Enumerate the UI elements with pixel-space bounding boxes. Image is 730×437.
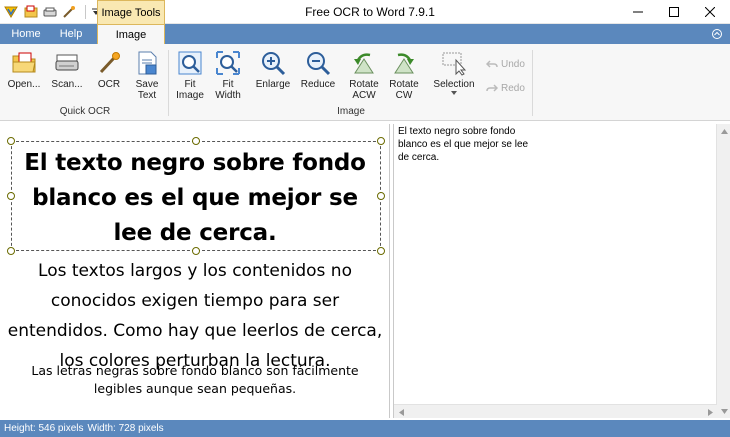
- redo-label: Redo: [501, 82, 525, 94]
- open-button[interactable]: Open...: [5, 49, 43, 105]
- image-group-label: Image: [337, 106, 365, 117]
- fit-image-label: Fit Image: [176, 79, 204, 101]
- quick-ocr-group-label: Quick OCR: [59, 106, 111, 117]
- status-height: Height: 546 pixels: [4, 423, 84, 434]
- undo-button[interactable]: Undo: [486, 57, 525, 71]
- selection-handle[interactable]: [377, 137, 385, 145]
- selection-handle[interactable]: [7, 192, 15, 200]
- redo-button[interactable]: Redo: [486, 81, 525, 95]
- selection-icon: [440, 49, 468, 77]
- scan-label: Scan...: [51, 79, 83, 90]
- save-text-button[interactable]: Save Text: [130, 49, 164, 105]
- group-separator: [532, 50, 533, 116]
- fit-width-button[interactable]: Fit Width: [210, 49, 246, 105]
- tab-image[interactable]: Image: [97, 24, 165, 44]
- selection-dropdown-icon: [451, 91, 457, 95]
- quick-access-ocr-icon[interactable]: [61, 4, 77, 20]
- quick-access-open-icon[interactable]: [23, 4, 39, 20]
- save-text-icon: [133, 49, 161, 77]
- maximize-button[interactable]: [656, 0, 692, 24]
- close-button[interactable]: [692, 0, 728, 24]
- title-bar: Image Tools Free OCR to Word 7.9.1: [0, 0, 730, 24]
- undo-label: Undo: [501, 58, 525, 70]
- quick-access-app-icon[interactable]: [3, 4, 19, 20]
- image-body-text: Los textos largos y los contenidos no co…: [7, 261, 383, 371]
- selection-button[interactable]: Selection: [430, 49, 478, 105]
- selection-handle[interactable]: [7, 247, 15, 255]
- fit-width-label: Fit Width: [215, 79, 241, 101]
- ocr-result-text[interactable]: El texto negro sobre fondo blanco es el …: [398, 125, 578, 164]
- ocr-button[interactable]: OCR: [92, 49, 126, 105]
- collapse-ribbon-icon[interactable]: [712, 29, 722, 39]
- selection-handle[interactable]: [192, 247, 200, 255]
- minimize-button[interactable]: [620, 0, 656, 24]
- scroll-down-icon[interactable]: [717, 404, 730, 418]
- save-text-label: Save Text: [135, 79, 159, 101]
- image-view-pane[interactable]: El texto negro sobre fondo blanco es el …: [0, 124, 390, 418]
- selection-handle[interactable]: [377, 192, 385, 200]
- enlarge-icon: [259, 49, 287, 77]
- quick-access-separator: [85, 5, 86, 19]
- scan-button[interactable]: Scan...: [46, 49, 88, 105]
- minimize-icon: [633, 11, 643, 13]
- ribbon-tab-bar: Home Help Image: [0, 24, 730, 44]
- open-label: Open...: [7, 79, 41, 90]
- rotate-cw-button[interactable]: Rotate CW: [384, 49, 424, 105]
- ribbon: Open... Scan... OCR Save Text Quick OCR …: [0, 44, 730, 121]
- tab-home[interactable]: Home: [8, 24, 44, 44]
- scroll-up-icon[interactable]: [717, 124, 730, 138]
- rotate-acw-button[interactable]: Rotate ACW: [344, 49, 384, 105]
- rotate-acw-label: Rotate ACW: [349, 79, 379, 101]
- image-small-text: Las letras negras sobre fondo blanco son…: [31, 363, 359, 396]
- status-bar: Height: 546 pixels Width: 728 pixels: [0, 420, 730, 437]
- scanner-icon: [53, 49, 81, 77]
- open-folder-icon: [10, 49, 38, 77]
- reduce-label: Reduce: [300, 79, 336, 90]
- scroll-right-icon[interactable]: [703, 405, 717, 419]
- rotate-cw-label: Rotate CW: [389, 79, 419, 101]
- horizontal-scrollbar[interactable]: [394, 404, 717, 418]
- close-icon: [705, 7, 715, 17]
- window-title: Free OCR to Word 7.9.1: [305, 5, 435, 19]
- undo-icon: [486, 60, 498, 68]
- reduce-button[interactable]: Reduce: [298, 49, 338, 105]
- selection-handle[interactable]: [377, 247, 385, 255]
- status-width: Width: 728 pixels: [87, 423, 164, 434]
- fit-width-icon: [214, 49, 242, 77]
- ocr-wand-icon: [95, 49, 123, 77]
- rotate-cw-icon: [390, 49, 418, 77]
- image-tools-context-tab: Image Tools: [97, 0, 165, 24]
- selection-label: Selection: [433, 79, 475, 90]
- group-separator: [168, 50, 169, 116]
- selection-rectangle[interactable]: [11, 141, 381, 251]
- selection-handle[interactable]: [7, 137, 15, 145]
- reduce-icon: [304, 49, 332, 77]
- ocr-text-pane[interactable]: El texto negro sobre fondo blanco es el …: [393, 124, 730, 418]
- ocr-label: OCR: [97, 79, 121, 90]
- fit-image-button[interactable]: Fit Image: [172, 49, 208, 105]
- scroll-left-icon[interactable]: [394, 405, 408, 419]
- selection-handle[interactable]: [192, 137, 200, 145]
- fit-image-icon: [176, 49, 204, 77]
- rotate-acw-icon: [350, 49, 378, 77]
- maximize-icon: [669, 7, 679, 17]
- enlarge-label: Enlarge: [255, 79, 291, 90]
- enlarge-button[interactable]: Enlarge: [252, 49, 294, 105]
- quick-access-scan-icon[interactable]: [42, 4, 58, 20]
- tab-help[interactable]: Help: [54, 24, 88, 44]
- redo-icon: [486, 84, 498, 92]
- vertical-scrollbar[interactable]: [716, 124, 730, 418]
